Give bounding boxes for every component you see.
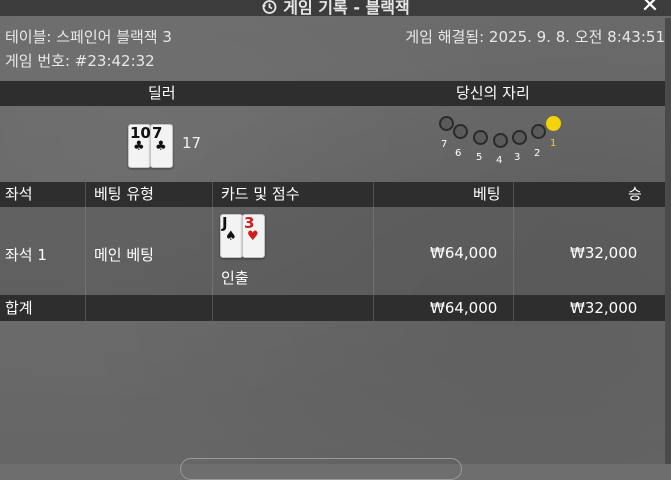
- row-seat: 좌석 1: [5, 246, 47, 264]
- column-divider: [85, 182, 86, 321]
- seat-6-icon: [453, 124, 468, 139]
- game-info: 테이블: 스페인어 블랙잭 3 게임 해결됨: 2025. 9. 8. 오전 8…: [5, 25, 665, 73]
- game-history-window: 게임 기록 - 블랙잭 ✕ 테이블: 스페인어 블랙잭 3 게임 해결됨: 20…: [0, 0, 671, 480]
- title-bar: 게임 기록 - 블랙잭 ✕: [0, 0, 671, 16]
- seat-number: 5: [476, 152, 483, 163]
- seat-number: 6: [455, 148, 462, 159]
- seat-5-icon: [473, 130, 488, 145]
- seat-number: 3: [514, 152, 521, 163]
- window-title: 게임 기록 - 블랙잭: [283, 0, 410, 16]
- seat-number-active: 1: [550, 138, 557, 149]
- column-divider: [373, 182, 374, 321]
- column-divider: [513, 182, 514, 321]
- table-row: 좌석 1 메인 베팅 인출 ₩64,000 ₩32,000: [0, 207, 665, 295]
- seat-4-icon: [493, 133, 508, 148]
- player-card-3-hearts: 3 ♥: [242, 214, 265, 258]
- seat-number: 7: [441, 139, 448, 150]
- col-bet-type: 베팅 유형: [94, 185, 154, 203]
- game-number: 게임 번호: #23:42:32: [5, 52, 155, 70]
- row-bet: ₩64,000: [430, 244, 498, 262]
- your-seat-label: 당신의 자리: [456, 84, 530, 102]
- total-win: ₩32,000: [570, 299, 638, 317]
- bottom-button-edge[interactable]: [180, 458, 462, 480]
- row-result: 인출: [221, 269, 249, 287]
- seat-3-icon: [512, 130, 527, 145]
- bets-table-header: 좌석 베팅 유형 카드 및 점수 베팅 승: [0, 182, 665, 207]
- table-total-row: 합계 ₩64,000 ₩32,000: [0, 295, 665, 321]
- scrollbar[interactable]: [665, 18, 671, 464]
- row-win: ₩32,000: [570, 244, 638, 262]
- seat-7-icon: [439, 116, 454, 131]
- dealer-score: 17: [182, 134, 202, 152]
- title-group: 게임 기록 - 블랙잭: [0, 0, 671, 16]
- table-name: 테이블: 스페인어 블랙잭 3: [5, 28, 172, 46]
- heart-suit-icon: ♥: [247, 229, 259, 244]
- column-divider: [212, 182, 213, 321]
- col-bet: 베팅: [473, 185, 501, 203]
- dealer-section-header: 딜러 당신의 자리: [0, 81, 665, 106]
- player-card-j-spades: J ♠: [220, 214, 243, 258]
- spade-suit-icon: ♠: [225, 229, 237, 244]
- seat-1-icon: [546, 116, 561, 131]
- col-win: 승: [628, 185, 642, 203]
- dealer-card-10-clubs: 10 ♣: [128, 124, 151, 168]
- seat-number: 4: [496, 155, 503, 166]
- history-icon: [261, 0, 277, 16]
- total-label: 합계: [5, 299, 33, 317]
- seat-number: 2: [534, 148, 541, 159]
- dealer-card-7-clubs: 7 ♣: [150, 124, 173, 168]
- total-bet: ₩64,000: [430, 299, 498, 317]
- seat-2-icon: [531, 124, 546, 139]
- club-suit-icon: ♣: [155, 139, 167, 154]
- col-seat: 좌석: [5, 185, 33, 203]
- empty-panel: [0, 321, 665, 464]
- club-suit-icon: ♣: [133, 139, 145, 154]
- row-bet-type: 메인 베팅: [94, 246, 154, 264]
- resolved-time: 게임 해결됨: 2025. 9. 8. 오전 8:43:51: [405, 28, 665, 46]
- close-icon[interactable]: ✕: [639, 0, 661, 16]
- col-cards: 카드 및 점수: [221, 185, 300, 203]
- dealer-label: 딜러: [148, 84, 176, 102]
- dealer-area: [0, 106, 665, 182]
